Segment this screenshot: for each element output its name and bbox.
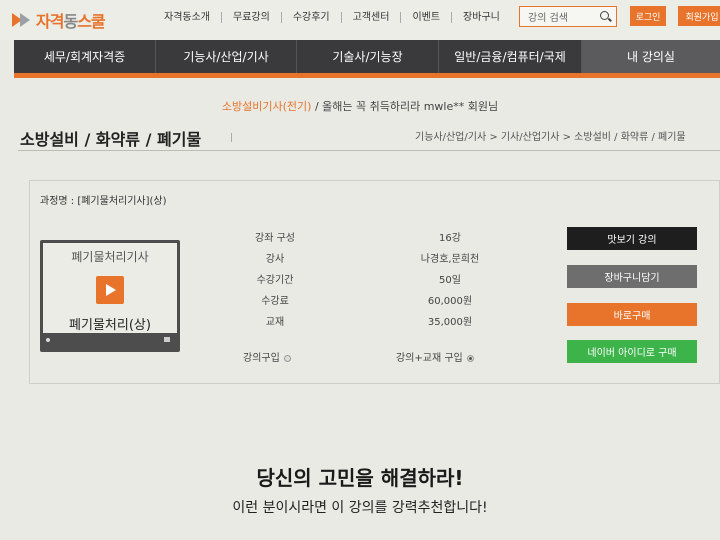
info-label: 수강기간: [256, 275, 294, 286]
title-separator: |: [230, 133, 234, 143]
option-bundle[interactable]: 강의+교재 구입: [396, 349, 474, 364]
buy-now-button[interactable]: 바로구매: [567, 303, 697, 326]
camera-dot-icon: [46, 338, 50, 342]
option-lecture-label: 강의구입: [243, 353, 280, 364]
promo-headline: 당신의 고민을 해결하라!: [256, 466, 464, 490]
thumbnail-subtitle: 폐기물처리(상): [69, 318, 151, 333]
site-logo[interactable]: 자격동스쿨: [12, 8, 106, 32]
option-bundle-label: 강의+교재 구입: [396, 353, 463, 364]
nav-general-finance[interactable]: 일반/금융/컴퓨터/국제: [439, 40, 582, 73]
play-icon[interactable]: [96, 276, 124, 304]
nav-craftsman-industrial[interactable]: 기능사/산업/기사: [156, 40, 297, 73]
info-value: 16강: [439, 233, 461, 244]
nav-accent-bar: [14, 73, 720, 78]
course-thumbnail[interactable]: 폐기물처리기사 폐기물처리(상): [40, 240, 180, 352]
info-label: 강좌 구성: [255, 233, 295, 244]
info-value: 50일: [439, 275, 461, 286]
info-value: 나경호,문희천: [420, 254, 480, 265]
info-label: 교재: [265, 317, 285, 328]
greeting-text: / 올해는 꼭 취득하리라 mwle** 회원님: [314, 100, 499, 113]
logo-text-1: 자격: [36, 12, 64, 31]
search-placeholder: 강의 검색: [528, 13, 568, 24]
course-name: 과정명 : [폐기물처리기사](상): [40, 196, 167, 207]
radio-bundle[interactable]: [466, 354, 474, 362]
divider: [18, 150, 720, 151]
logo-text-3: 스쿨: [77, 12, 105, 31]
naver-purchase-button[interactable]: 네이버 아이디로 구매: [567, 340, 697, 363]
add-to-cart-button[interactable]: 장바구니담기: [567, 265, 697, 288]
thumbnail-title: 폐기물처리기사: [71, 250, 149, 264]
greeting-target: 소방설비기사(전기): [221, 100, 312, 113]
page-title: 소방설비 / 화약류 / 폐기물: [20, 130, 202, 149]
top-nav: 자격동소개 무료강의 수강후기 고객센터 이벤트 장바구니: [158, 12, 511, 23]
topnav-about[interactable]: 자격동소개: [158, 12, 221, 23]
logo-text-2: 동: [63, 12, 78, 31]
nav-tax-accounting[interactable]: 세무/회계자격증: [14, 40, 156, 73]
search-icon[interactable]: [600, 11, 609, 20]
search-input[interactable]: 강의 검색: [519, 6, 617, 27]
breadcrumb: 기능사/산업/기사 > 기사/산업기사 > 소방설비 / 화약류 / 폐기물: [415, 132, 686, 143]
info-label: 수강료: [261, 296, 289, 307]
info-value: 35,000원: [427, 317, 473, 328]
radio-lecture[interactable]: [283, 354, 291, 362]
info-value: 60,000원: [427, 296, 473, 307]
topnav-free-lecture[interactable]: 무료강의: [221, 12, 281, 23]
nav-my-classroom[interactable]: 내 강의실: [582, 40, 720, 73]
promo-subline: 이런 분이시라면 이 강의를 강력추천합니다!: [232, 500, 488, 516]
topnav-reviews[interactable]: 수강후기: [280, 12, 341, 23]
option-lecture[interactable]: 강의구입: [243, 349, 291, 364]
monitor-button-icon: [164, 337, 170, 342]
info-label: 강사: [265, 254, 285, 265]
nav-professional-engineer[interactable]: 기술사/기능장: [297, 40, 439, 73]
topnav-cart[interactable]: 장바구니: [451, 12, 511, 23]
main-nav: 세무/회계자격증 기능사/산업/기사 기술사/기능장 일반/금융/컴퓨터/국제 …: [14, 40, 720, 73]
topnav-events[interactable]: 이벤트: [400, 12, 451, 23]
topnav-support[interactable]: 고객센터: [340, 12, 401, 23]
course-panel: 과정명 : [폐기물처리기사](상) 폐기물처리기사 폐기물처리(상) 강좌 구…: [29, 180, 720, 384]
login-button[interactable]: 로그인: [630, 6, 666, 26]
greeting: 소방설비기사(전기) / 올해는 꼭 취득하리라 mwle** 회원님: [0, 98, 720, 114]
preview-lecture-button[interactable]: 맛보기 강의: [567, 227, 697, 250]
logo-icon: [12, 11, 32, 29]
join-button[interactable]: 회원가입: [678, 6, 720, 26]
